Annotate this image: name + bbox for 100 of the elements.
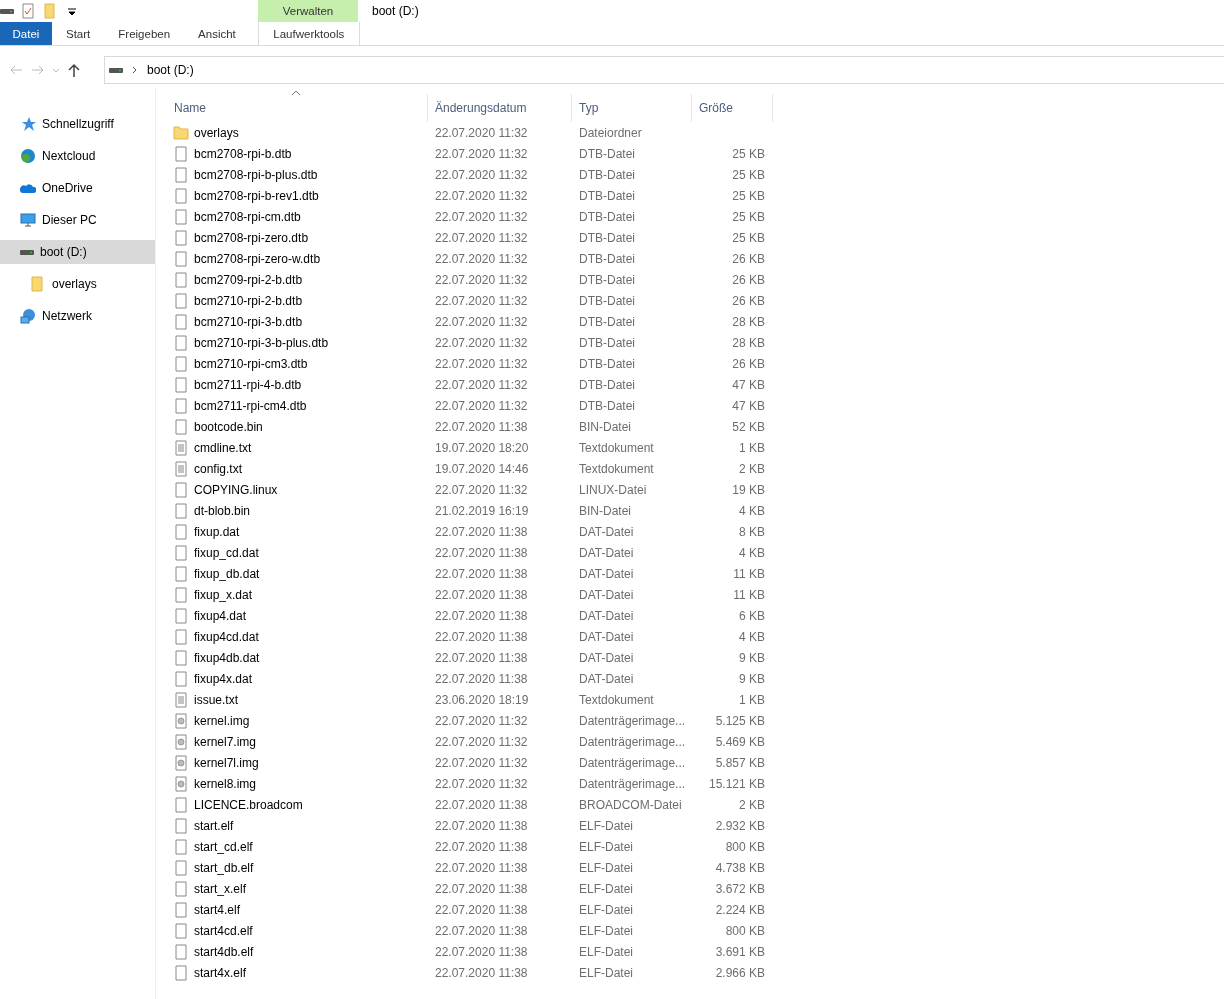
column-header[interactable]: Änderungsdatum — [428, 94, 572, 122]
file-name[interactable]: start_cd.elf — [167, 838, 428, 855]
file-name[interactable]: start.elf — [167, 817, 428, 834]
file-size: 11 KB — [732, 566, 766, 581]
file-name[interactable]: start4db.elf — [167, 943, 428, 960]
ribbon-context-header: Verwalten — [258, 0, 358, 22]
file-type: LINUX-Datei — [578, 482, 648, 497]
file-name[interactable]: start4x.elf — [167, 964, 428, 981]
file-name[interactable]: fixup_db.dat — [167, 565, 428, 582]
file-name[interactable]: fixup_cd.dat — [167, 544, 428, 561]
address-bar[interactable]: boot (D:) — [104, 56, 1224, 84]
text-file-icon — [173, 691, 189, 708]
file-size: 800 KB — [724, 923, 766, 938]
file-name[interactable]: bootcode.bin — [167, 418, 428, 435]
file-icon — [173, 334, 189, 351]
file-name[interactable]: dt-blob.bin — [167, 502, 428, 519]
file-name[interactable]: bcm2711-rpi-4-b.dtb — [167, 376, 428, 393]
modified-date: 22.07.2020 11:38 — [434, 881, 529, 896]
file-type: DTB-Datei — [578, 272, 636, 287]
file-name[interactable]: LICENCE.broadcom — [167, 796, 428, 813]
modified-date: 22.07.2020 11:32 — [434, 398, 529, 413]
file-name[interactable]: kernel.img — [167, 712, 428, 729]
ribbon-tab[interactable]: Freigeben — [104, 22, 185, 45]
file-name[interactable]: bcm2710-rpi-3-b-plus.dtb — [167, 334, 428, 351]
file-icon — [173, 250, 189, 267]
file-icon — [173, 418, 189, 435]
file-name[interactable]: bcm2710-rpi-cm3.dtb — [167, 355, 428, 372]
file-name[interactable]: start_x.elf — [167, 880, 428, 897]
file-name[interactable]: start4cd.elf — [167, 922, 428, 939]
file-type: BROADCOM-Datei — [578, 797, 683, 812]
modified-date: 22.07.2020 11:38 — [434, 650, 529, 665]
file-type: Datenträgerimage... — [578, 734, 687, 749]
drive-icon — [20, 249, 34, 255]
ribbon-tab[interactable]: Laufwerktools — [257, 22, 360, 45]
file-name[interactable]: fixup_x.dat — [167, 586, 428, 603]
file-name[interactable]: bcm2708-rpi-b.dtb — [167, 145, 428, 162]
column-header[interactable]: Typ — [572, 94, 692, 122]
sidebar-item[interactable]: Netzwerk — [0, 304, 155, 328]
sidebar-item[interactable]: OneDrive — [0, 176, 155, 200]
modified-date: 22.07.2020 11:32 — [434, 167, 529, 182]
file-name[interactable]: COPYING.linux — [167, 481, 428, 498]
sidebar-item[interactable]: boot (D:) — [0, 240, 155, 264]
modified-date: 23.06.2020 18:19 — [434, 692, 530, 707]
modified-date: 22.07.2020 11:38 — [434, 671, 529, 686]
ribbon-tab[interactable]: Start — [52, 22, 105, 45]
monitor-icon — [20, 212, 36, 228]
file-name[interactable]: fixup.dat — [167, 523, 428, 540]
file-size: 25 KB — [731, 209, 766, 224]
file-name[interactable]: cmdline.txt — [167, 439, 428, 456]
file-size: 28 KB — [731, 335, 766, 350]
file-name[interactable]: bcm2710-rpi-3-b.dtb — [167, 313, 428, 330]
modified-date: 22.07.2020 11:32 — [434, 125, 529, 140]
modified-date: 22.07.2020 11:32 — [434, 230, 529, 245]
modified-date: 22.07.2020 11:38 — [434, 566, 529, 581]
address-path[interactable]: boot (D:) — [147, 63, 194, 77]
file-type: Datenträgerimage... — [578, 713, 687, 728]
sidebar-item[interactable]: Dieser PC — [0, 208, 155, 232]
file-type: DAT-Datei — [578, 587, 635, 602]
modified-date: 22.07.2020 11:38 — [434, 524, 529, 539]
file-type: Datenträgerimage... — [578, 776, 687, 791]
file-size: 28 KB — [731, 314, 766, 329]
file-name[interactable]: bcm2708-rpi-b-plus.dtb — [167, 166, 428, 183]
file-name[interactable]: fixup4cd.dat — [167, 628, 428, 645]
file-name[interactable]: bcm2710-rpi-2-b.dtb — [167, 292, 428, 309]
file-icon — [173, 376, 189, 393]
file-type: ELF-Datei — [578, 818, 635, 833]
file-name[interactable]: fixup4db.dat — [167, 649, 428, 666]
modified-date: 22.07.2020 11:32 — [434, 713, 529, 728]
file-name[interactable]: bcm2709-rpi-2-b.dtb — [167, 271, 428, 288]
ribbon-tab[interactable]: Datei — [0, 22, 52, 45]
file-name[interactable]: kernel8.img — [167, 775, 428, 792]
file-icon — [173, 586, 189, 603]
file-name[interactable]: bcm2708-rpi-cm.dtb — [167, 208, 428, 225]
modified-date: 21.02.2019 16:19 — [434, 503, 530, 518]
file-name[interactable]: issue.txt — [167, 691, 428, 708]
file-icon — [173, 922, 189, 939]
sidebar-item[interactable]: overlays — [0, 272, 155, 296]
file-name[interactable]: bcm2708-rpi-zero-w.dtb — [167, 250, 428, 267]
file-name[interactable]: bcm2711-rpi-cm4.dtb — [167, 397, 428, 414]
file-name[interactable]: fixup4.dat — [167, 607, 428, 624]
file-name[interactable]: start4.elf — [167, 901, 428, 918]
file-icon — [173, 565, 189, 582]
column-header[interactable]: Größe — [692, 94, 773, 122]
file-name[interactable]: bcm2708-rpi-b-rev1.dtb — [167, 187, 428, 204]
file-type: DTB-Datei — [578, 314, 636, 329]
file-name[interactable]: overlays — [167, 124, 428, 141]
file-icon — [173, 607, 189, 624]
file-name[interactable]: fixup4x.dat — [167, 670, 428, 687]
file-name[interactable]: config.txt — [167, 460, 428, 477]
file-name[interactable]: kernel7l.img — [167, 754, 428, 771]
column-header[interactable]: Name — [167, 94, 428, 122]
sidebar-item[interactable]: Schnellzugriff — [0, 112, 155, 136]
file-icon — [173, 292, 189, 309]
sidebar-item[interactable]: Nextcloud — [0, 144, 155, 168]
file-icon — [173, 817, 189, 834]
file-size: 26 KB — [731, 356, 766, 371]
ribbon-tab[interactable]: Ansicht — [184, 22, 250, 45]
file-name[interactable]: start_db.elf — [167, 859, 428, 876]
file-name[interactable]: kernel7.img — [167, 733, 428, 750]
file-name[interactable]: bcm2708-rpi-zero.dtb — [167, 229, 428, 246]
